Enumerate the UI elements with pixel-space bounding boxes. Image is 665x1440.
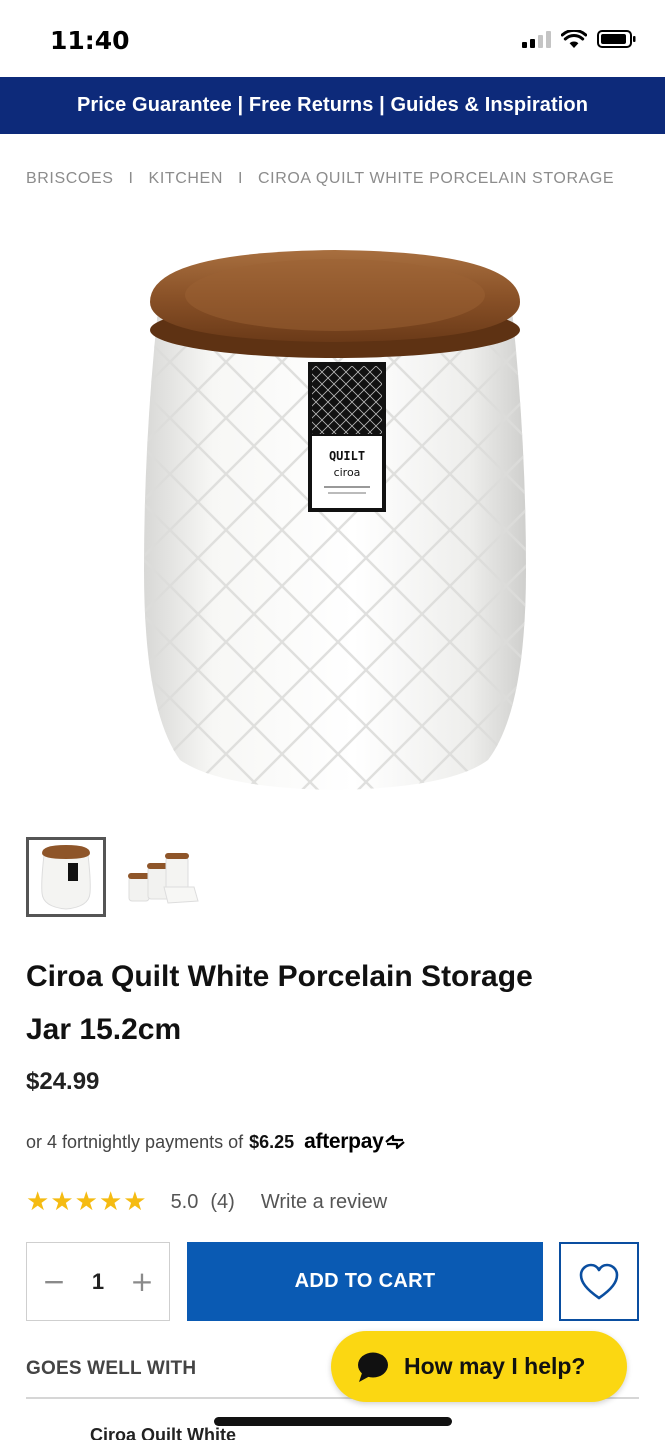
breadcrumb-separator: I xyxy=(237,170,244,187)
afterpay-logo-text: afterpay xyxy=(304,1130,384,1153)
chat-help-button[interactable]: How may I help? xyxy=(331,1331,627,1402)
chat-label: How may I help? xyxy=(404,1353,586,1379)
thumbnail-gallery xyxy=(26,837,202,917)
rating-score: 5.0 xyxy=(170,1190,199,1213)
label-sub: ciroa xyxy=(334,466,361,479)
add-to-cart-label: ADD TO CART xyxy=(294,1270,436,1292)
status-icons xyxy=(522,29,637,49)
wishlist-button[interactable] xyxy=(559,1242,639,1321)
breadcrumb-separator: I xyxy=(128,170,134,187)
battery-icon xyxy=(597,30,636,48)
breadcrumb-item-kitchen[interactable]: KITCHEN xyxy=(149,170,223,188)
afterpay-logo: afterpay xyxy=(304,1130,407,1154)
goes-well-with-heading: GOES WELL WITH xyxy=(26,1358,197,1379)
heart-icon xyxy=(579,1263,619,1299)
star-icon: ★ xyxy=(26,1187,50,1217)
quantity-value[interactable]: 1 xyxy=(92,1269,104,1295)
write-review-link[interactable]: Write a review xyxy=(261,1191,387,1214)
wifi-icon xyxy=(561,29,587,48)
rating-count[interactable]: (4) xyxy=(210,1191,234,1214)
breadcrumb-item-briscoes[interactable]: BRISCOES xyxy=(26,170,114,188)
rating-row: ★ ★ ★ ★ ★ 5.0 (4) Write a review xyxy=(26,1187,387,1217)
decrease-quantity-button[interactable]: − xyxy=(38,1265,70,1298)
afterpay-prefix: or 4 fortnightly payments of xyxy=(26,1131,244,1152)
home-indicator xyxy=(214,1417,452,1426)
star-rating[interactable]: ★ ★ ★ ★ ★ xyxy=(26,1187,147,1217)
breadcrumb-item-current: CIROA QUILT WHITE PORCELAIN STORAGE xyxy=(258,170,615,187)
star-icon: ★ xyxy=(98,1187,123,1217)
breadcrumb: BRISCOES I KITCHEN I CIROA QUILT WHITE P… xyxy=(26,170,646,188)
promo-text[interactable]: Price Guarantee | Free Returns | Guides … xyxy=(77,94,588,117)
product-image[interactable]: QUILT ciroa xyxy=(130,240,540,800)
product-title: Ciroa Quilt White Porcelain Storage Jar … xyxy=(26,960,533,1046)
quantity-stepper: − 1 + xyxy=(26,1242,170,1321)
afterpay-amount: $6.25 xyxy=(249,1131,295,1152)
cellular-signal-icon xyxy=(522,30,551,48)
status-time: 11:40 xyxy=(50,26,130,55)
star-icon: ★ xyxy=(123,1187,147,1217)
afterpay-arrows-icon xyxy=(385,1134,406,1150)
afterpay-info[interactable]: or 4 fortnightly payments of $6.25 after… xyxy=(26,1130,407,1154)
label-brand: QUILT xyxy=(329,449,365,463)
add-to-cart-button[interactable]: ADD TO CART xyxy=(187,1242,543,1321)
star-icon: ★ xyxy=(74,1187,98,1217)
increase-quantity-button[interactable]: + xyxy=(126,1265,158,1298)
chat-bubble-icon xyxy=(358,1352,388,1382)
thumbnail-single-jar[interactable] xyxy=(26,837,106,917)
thumbnail-jar-set[interactable] xyxy=(122,837,202,917)
status-bar: 11:40 xyxy=(0,0,665,78)
related-product-title[interactable]: Ciroa Quilt White xyxy=(90,1425,236,1440)
star-icon: ★ xyxy=(50,1187,74,1217)
promo-bar[interactable]: Price Guarantee | Free Returns | Guides … xyxy=(0,77,665,134)
product-price: $24.99 xyxy=(26,1068,100,1095)
